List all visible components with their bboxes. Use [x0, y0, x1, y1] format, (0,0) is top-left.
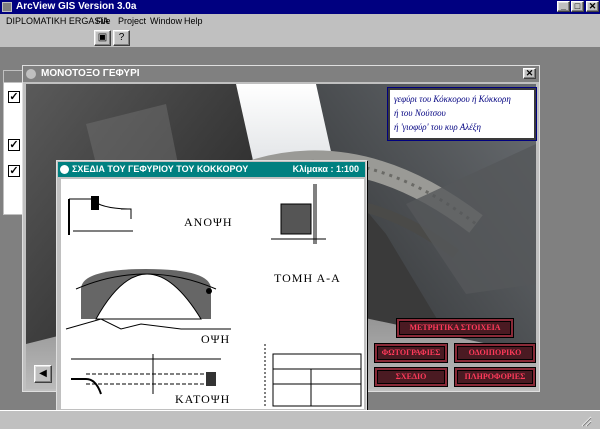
theme-checkbox[interactable]: ✓ — [8, 91, 20, 103]
caption-line: ή 'γιοφύρ' του κυρ Αλέξη — [394, 122, 482, 132]
photo-window-titlebar[interactable]: ΜΟΝΟΤΟΞΟ ΓΕΦΥΡΙ ✕ — [23, 66, 539, 82]
top-view-label: ΑΝΟΨΗ — [184, 215, 233, 229]
bridge-drawings — [65, 184, 362, 407]
caption-line: ή του Νούτσου — [394, 108, 446, 118]
scale-label: Κλίμακα : 1:100 — [292, 164, 359, 174]
photo-close-button[interactable]: ✕ — [523, 68, 536, 79]
close-button[interactable]: ✕ — [586, 1, 599, 12]
toolbar: ▣ ? — [0, 28, 600, 48]
menu-bar: DIPLOMATIKH ERGASIA File Project Window … — [0, 14, 600, 28]
plan-label: ΚΑΤΟΨΗ — [175, 392, 231, 406]
drawings-window: ΣΧΕΔΙΑ ΤΟΥ ΓΕΦΥΡΙΟΥ ΤΟΥ ΚΟΚΚΟΡΟΥ Κλίμακα… — [56, 160, 367, 412]
photo-window-title: ΜΟΝΟΤΟΞΟ ΓΕΦΥΡΙ — [41, 68, 140, 79]
measurements-button[interactable]: ΜΕΤΡΗΤΙΚΑ ΣΤΟΙΧΕΙΑ — [397, 319, 513, 337]
status-bar — [0, 410, 600, 429]
window-icon — [26, 69, 36, 79]
caption-line: γεφύρι του Κόκκορου ή Κόκκορη — [394, 94, 511, 104]
window-icon — [60, 165, 69, 174]
drawings-window-title: ΣΧΕΔΙΑ ΤΟΥ ΓΕΦΥΡΙΟΥ ΤΟΥ ΚΟΚΚΟΡΟΥ — [72, 164, 249, 174]
resize-grip-icon[interactable] — [580, 415, 592, 427]
help-cursor-icon[interactable]: ? — [113, 30, 130, 46]
menu-file[interactable]: File — [96, 15, 111, 27]
menu-window[interactable]: Window — [150, 15, 182, 27]
itinerary-button[interactable]: ΟΔΟΙΠΟΡΙΚΟ — [455, 344, 535, 362]
elevation-label: ΟΨΗ — [201, 332, 231, 346]
arcview-app-icon — [2, 2, 12, 12]
app-title: ArcView GIS Version 3.0a — [16, 1, 137, 12]
bridge-drawing-sheet: ΑΝΟΨΗ ΤΟΜΗ Α-Α ΟΨΗ ΚΑΤΟΨΗ — [61, 179, 364, 409]
app-titlebar: ArcView GIS Version 3.0a _ □ ✕ — [0, 0, 600, 14]
menu-diplomatikh-ergasia[interactable]: DIPLOMATIKH ERGASIA — [6, 15, 109, 27]
menu-project[interactable]: Project — [118, 15, 146, 27]
minimize-button[interactable]: _ — [557, 1, 570, 12]
info-button[interactable]: ΠΛΗΡΟΦΟΡΙΕΣ — [455, 368, 535, 386]
maximize-button[interactable]: □ — [571, 1, 584, 12]
drawings-window-titlebar[interactable]: ΣΧΕΔΙΑ ΤΟΥ ΓΕΦΥΡΙΟΥ ΤΟΥ ΚΟΚΚΟΡΟΥ Κλίμακα… — [58, 162, 365, 177]
theme-checkbox[interactable]: ✓ — [8, 139, 20, 151]
drawing-button[interactable]: ΣΧΕΔΙΟ — [375, 368, 447, 386]
previous-arrow-icon[interactable]: ◀ — [34, 365, 52, 383]
theme-checkbox[interactable]: ✓ — [8, 165, 20, 177]
save-icon[interactable]: ▣ — [94, 30, 111, 46]
menu-help[interactable]: Help — [184, 15, 203, 27]
bridge-names-caption: γεφύρι του Κόκκορου ή Κόκκορη ή του Νούτ… — [387, 87, 537, 141]
section-label: ΤΟΜΗ Α-Α — [274, 271, 341, 285]
photos-button[interactable]: ΦΩΤΟΓΡΑΦΙΕΣ — [375, 344, 447, 362]
